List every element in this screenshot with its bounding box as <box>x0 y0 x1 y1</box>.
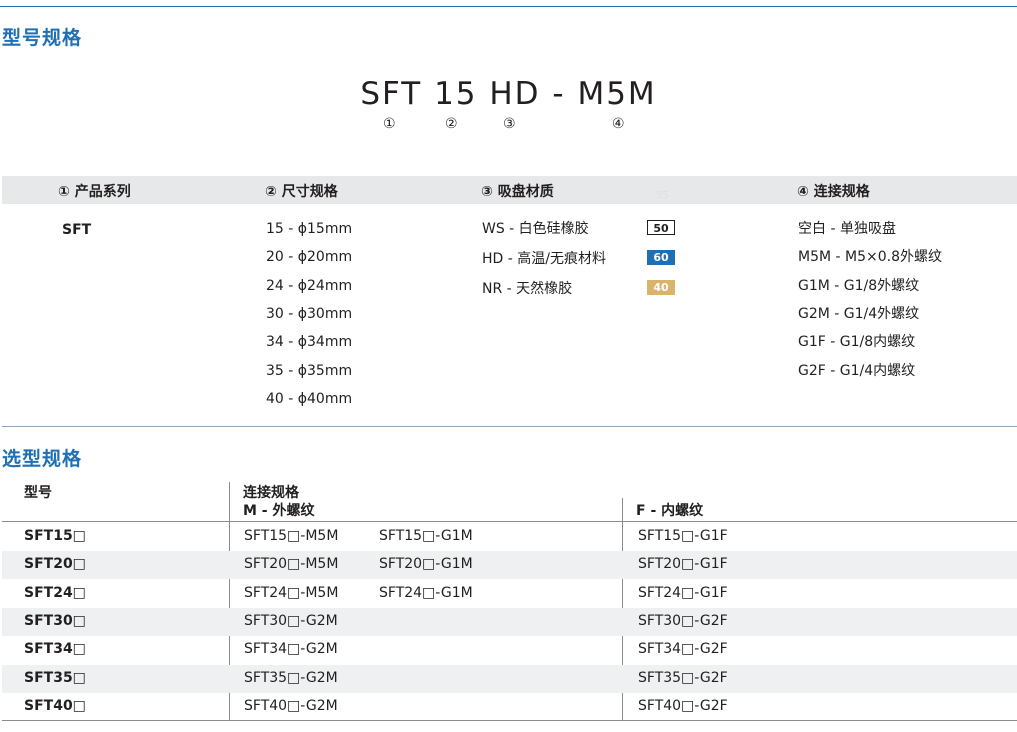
column-header-material: ③ 吸盘材质 <box>481 184 554 200</box>
row-male-thread-1: SFT24□-M5M <box>244 584 339 601</box>
row-female-thread: SFT34□-G2F <box>638 641 728 658</box>
row-female-thread: SFT24□-G1F <box>638 584 728 601</box>
row-male-thread-2: SFT24□-G1M <box>379 584 473 601</box>
size-item: 30 - ϕ30mm <box>266 305 353 322</box>
row-model: SFT40□ <box>24 697 86 714</box>
table-header-female-thread: F - 内螺纹 <box>636 503 704 519</box>
row-male-thread-1: SFT40□-G2M <box>244 697 338 714</box>
watermark-number: 55 <box>656 190 669 201</box>
size-item: 35 - ϕ35mm <box>266 362 353 379</box>
row-male-thread-1: SFT34□-G2M <box>244 641 338 658</box>
size-item: 20 - ϕ20mm <box>266 249 353 266</box>
table-row <box>2 580 1017 608</box>
table-header-rule <box>2 521 1017 522</box>
row-male-thread-1: SFT35□-G2M <box>244 669 338 686</box>
table-row <box>2 551 1017 580</box>
column-header-size: ② 尺寸规格 <box>265 184 338 200</box>
table-header-connection: 连接规格 <box>243 485 299 501</box>
table-header-model: 型号 <box>24 485 52 501</box>
row-model: SFT20□ <box>24 556 86 573</box>
row-male-thread-1: SFT20□-M5M <box>244 556 339 573</box>
material-item: WS - 白色硅橡胶 <box>482 221 589 237</box>
size-item: 15 - ϕ15mm <box>266 221 353 237</box>
column-header-connection: ④ 连接规格 <box>797 184 870 200</box>
row-male-thread-2: SFT15□-G1M <box>379 528 473 544</box>
row-model: SFT35□ <box>24 669 86 686</box>
row-male-thread-1: SFT30□-G2M <box>244 612 338 629</box>
section-title-model-spec: 型号规格 <box>2 27 83 49</box>
row-male-thread-2: SFT20□-G1M <box>379 556 473 573</box>
row-model: SFT24□ <box>24 584 86 601</box>
row-female-thread: SFT30□-G2F <box>638 612 728 629</box>
connection-item: G2F - G1/4内螺纹 <box>798 362 916 379</box>
section-title-selection-spec: 选型规格 <box>2 448 83 470</box>
row-female-thread: SFT15□-G1F <box>638 528 728 544</box>
connection-item: 空白 - 单独吸盘 <box>798 221 896 237</box>
row-model: SFT30□ <box>24 612 86 629</box>
size-item: 24 - ϕ24mm <box>266 277 353 294</box>
row-model: SFT34□ <box>24 641 86 658</box>
table-row <box>2 523 1017 551</box>
row-model: SFT15□ <box>24 528 86 544</box>
connection-item: M5M - M5×0.8外螺纹 <box>798 249 942 266</box>
row-female-thread: SFT35□-G2F <box>638 669 728 686</box>
column-header-series: ① 产品系列 <box>58 184 131 200</box>
series-item: SFT <box>62 222 92 238</box>
size-item: 40 - ϕ40mm <box>266 390 353 407</box>
table-row <box>2 607 1017 636</box>
top-rule <box>0 6 1017 7</box>
connection-item: G1M - G1/8外螺纹 <box>798 277 920 294</box>
connection-item: G1F - G1/8内螺纹 <box>798 334 916 351</box>
row-female-thread: SFT20□-G1F <box>638 556 728 573</box>
section-divider <box>2 426 1017 427</box>
row-male-thread-1: SFT15□-M5M <box>244 528 339 544</box>
table-row <box>2 693 1017 721</box>
hardness-badge: 60 <box>647 250 675 265</box>
material-item: HD - 高温/无痕材料 <box>482 251 606 267</box>
table-header-male-thread: M - 外螺纹 <box>243 503 315 519</box>
table-row <box>2 636 1017 664</box>
code-marker-4: ④ <box>612 116 625 132</box>
code-marker-1: ① <box>383 116 396 132</box>
table-row <box>2 664 1017 693</box>
row-female-thread: SFT40□-G2F <box>638 697 728 714</box>
connection-item: G2M - G1/4外螺纹 <box>798 305 920 322</box>
material-item: NR - 天然橡胶 <box>482 281 573 297</box>
hardness-badge: 50 <box>647 220 675 235</box>
size-item: 34 - ϕ34mm <box>266 334 353 351</box>
hardness-badge: 40 <box>647 280 675 295</box>
code-marker-3: ③ <box>503 116 516 132</box>
code-marker-2: ② <box>445 116 458 132</box>
model-code-example: SFT 15 HD - M5M <box>360 76 657 112</box>
